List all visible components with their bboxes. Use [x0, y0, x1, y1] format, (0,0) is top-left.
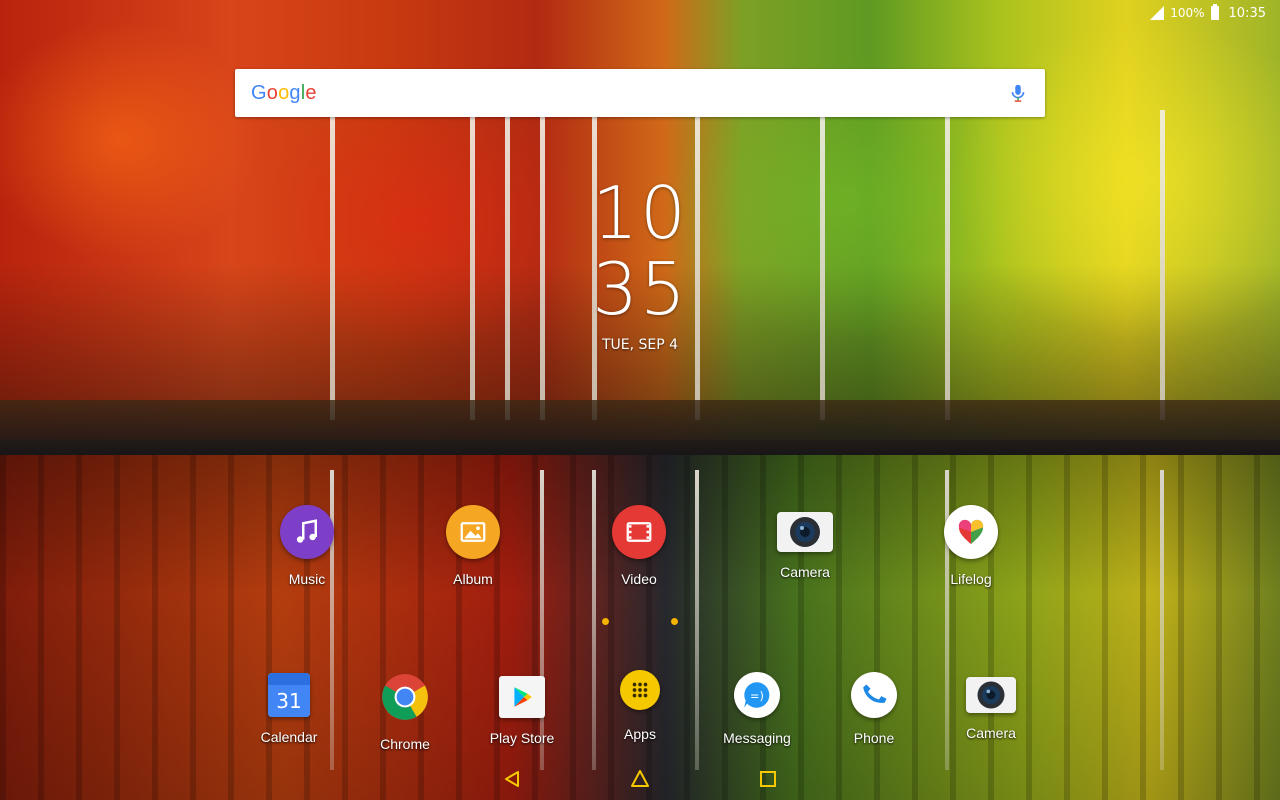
- app-phone[interactable]: Phone: [814, 670, 934, 746]
- music-icon: [280, 505, 334, 559]
- chrome-icon: [378, 670, 432, 724]
- app-drawer-button[interactable]: Apps: [580, 664, 700, 742]
- wallpaper-trunk: [330, 110, 335, 420]
- recents-icon: [760, 771, 776, 787]
- app-label: Music: [288, 571, 326, 587]
- camera-icon: [966, 677, 1016, 713]
- app-messaging[interactable]: =) Messaging: [697, 670, 817, 746]
- calendar-icon: 31: [268, 673, 310, 717]
- wallpaper-trunk: [540, 110, 545, 420]
- wallpaper-reflection: [1160, 470, 1164, 770]
- app-label: Camera: [780, 564, 830, 580]
- wallpaper-trunk: [1160, 110, 1165, 420]
- status-time: 10:35: [1228, 5, 1266, 21]
- signal-icon: [1150, 6, 1165, 20]
- app-calendar[interactable]: 31 Calendar: [229, 670, 349, 745]
- wallpaper-trunk: [945, 110, 950, 420]
- app-chrome[interactable]: Chrome: [345, 670, 465, 752]
- recents-button[interactable]: [755, 766, 781, 792]
- apps-grid-icon: [620, 670, 660, 710]
- page-dot: [671, 618, 678, 625]
- home-icon: [631, 770, 649, 787]
- app-camera-dock[interactable]: Camera: [931, 670, 1051, 741]
- back-icon: [505, 771, 519, 787]
- calendar-date-badge: 31: [268, 685, 310, 717]
- messaging-icon: =): [734, 672, 780, 718]
- app-video[interactable]: Video: [579, 505, 699, 587]
- battery-icon: [1210, 4, 1219, 20]
- video-icon: [612, 505, 666, 559]
- app-music[interactable]: Music: [247, 505, 367, 587]
- google-logo: Google: [251, 81, 317, 104]
- app-label: Chrome: [380, 736, 430, 752]
- app-label: Camera: [966, 725, 1016, 741]
- page-indicator: [600, 618, 680, 628]
- app-label: Phone: [853, 730, 895, 746]
- app-label: Calendar: [260, 729, 318, 745]
- page-dot: [602, 618, 609, 625]
- app-lifelog[interactable]: Lifelog: [911, 505, 1031, 587]
- app-label: Lifelog: [950, 571, 992, 587]
- clock-date: TUE, SEP 4: [601, 337, 679, 353]
- app-label: Play Store: [489, 730, 555, 746]
- status-bar: 100% 10:35: [1150, 0, 1280, 26]
- wallpaper-shore: [0, 400, 1280, 460]
- app-label: Album: [453, 571, 493, 587]
- play-store-icon: [499, 676, 545, 718]
- clock-minutes: 35: [592, 247, 688, 331]
- app-label: Apps: [624, 726, 656, 742]
- phone-icon: [851, 672, 897, 718]
- wallpaper-trunk: [505, 110, 510, 420]
- mic-icon[interactable]: [1007, 82, 1029, 104]
- app-play-store[interactable]: Play Store: [462, 670, 582, 746]
- wallpaper-trunk: [470, 110, 475, 420]
- camera-icon: [777, 512, 833, 552]
- app-label: Messaging: [723, 730, 791, 746]
- svg-text:=): =): [750, 689, 764, 703]
- back-button[interactable]: [499, 766, 525, 792]
- clock-widget[interactable]: 10 35 TUE, SEP 4: [590, 175, 690, 353]
- album-icon: [446, 505, 500, 559]
- app-camera[interactable]: Camera: [745, 505, 865, 580]
- app-album[interactable]: Album: [413, 505, 533, 587]
- lifelog-icon: [944, 505, 998, 559]
- home-button[interactable]: [627, 766, 653, 792]
- clock-hours: 10: [592, 171, 688, 255]
- battery-percent: 100%: [1170, 6, 1205, 20]
- navigation-bar: [0, 758, 1280, 800]
- app-label: Video: [621, 571, 657, 587]
- wallpaper-trunk: [820, 110, 825, 420]
- wallpaper-trunk: [695, 110, 700, 420]
- google-search-bar[interactable]: Google: [235, 69, 1045, 117]
